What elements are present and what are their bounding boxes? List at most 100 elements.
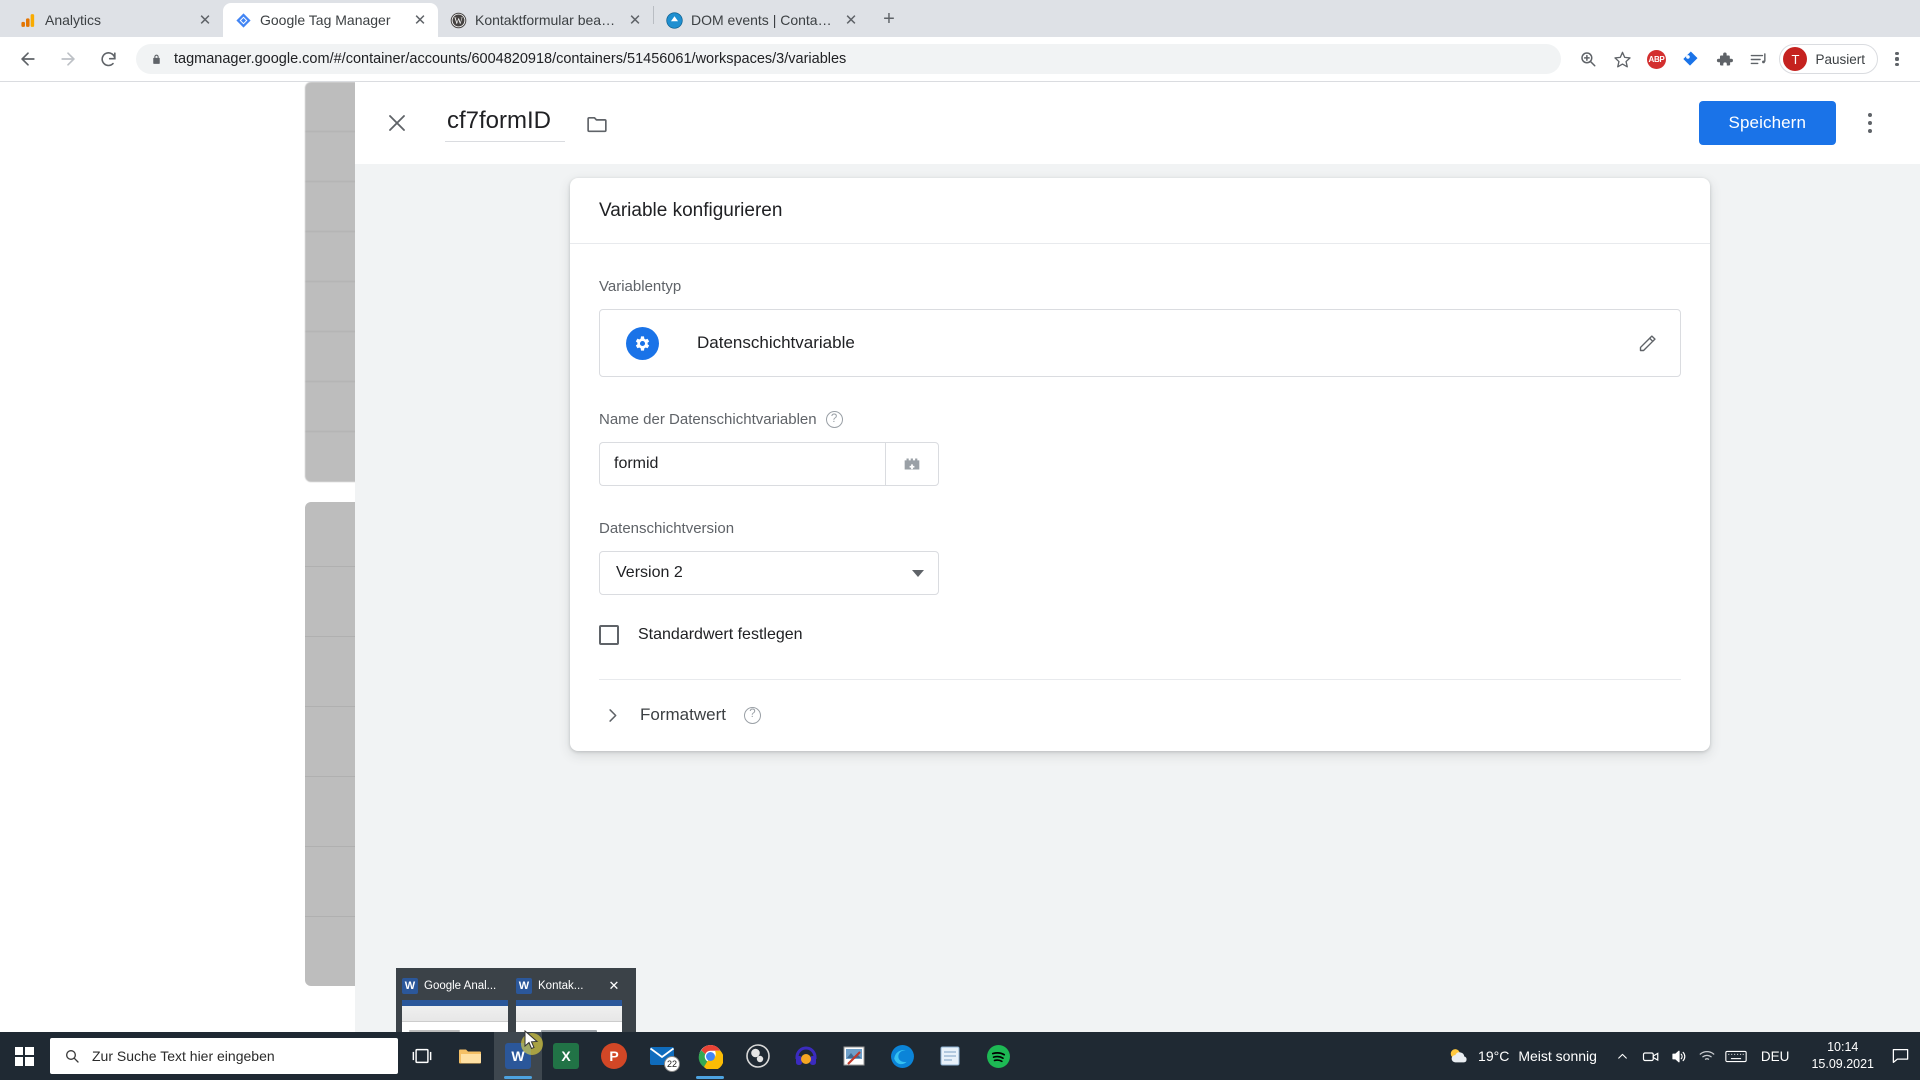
browser-tab-dom-events[interactable]: DOM events | Contact Form 7 ✕: [654, 3, 869, 37]
forward-button[interactable]: [51, 42, 85, 76]
data-layer-version-label: Datenschichtversion: [599, 520, 735, 537]
default-value-row[interactable]: Standardwert festlegen: [599, 625, 1681, 679]
arrow-left-icon: [21, 52, 35, 66]
browser-toolbar: tagmanager.google.com/#/container/accoun…: [0, 37, 1920, 82]
keyboard-icon[interactable]: [1721, 1032, 1751, 1080]
brick-glyph: [904, 458, 920, 470]
browser-tab-kontaktformular[interactable]: W Kontaktformular bearbeiten ‹ Me ✕: [438, 3, 653, 37]
analytics-icon: [21, 13, 35, 27]
notes-glyph: [940, 1046, 960, 1066]
preview-title: Kontak...: [538, 980, 584, 992]
tab-close-icon[interactable]: ✕: [625, 10, 645, 30]
volume-icon[interactable]: [1665, 1032, 1693, 1080]
default-value-checkbox[interactable]: [599, 625, 619, 645]
task-view-icon[interactable]: [398, 1032, 446, 1080]
gear-glyph: [635, 335, 650, 351]
clock-date: 15.09.2021: [1811, 1057, 1874, 1071]
notes-app-icon[interactable]: [926, 1032, 974, 1080]
camera-icon[interactable]: [1637, 1032, 1665, 1080]
notification-icon[interactable]: [1886, 1032, 1914, 1080]
contactform7-icon: [666, 11, 683, 29]
file-explorer-icon[interactable]: [446, 1032, 494, 1080]
help-circle-icon[interactable]: ?: [825, 411, 843, 428]
taskbar-clock[interactable]: 10:14 15.09.2021: [1799, 1039, 1886, 1073]
excel-icon[interactable]: X: [542, 1032, 590, 1080]
windows-start-icon[interactable]: [0, 1032, 48, 1080]
partly-sunny-icon: [1450, 1049, 1467, 1063]
arrow-right-icon: [61, 52, 75, 66]
powerpoint-glyph: P: [601, 1043, 627, 1069]
new-tab-button[interactable]: +: [875, 5, 903, 33]
camera-glyph: [1642, 1052, 1659, 1062]
variable-name-group: cf7formID: [445, 105, 610, 142]
task-view-glyph: [412, 1048, 432, 1064]
variable-edit-modal: cf7formID Speichern Variable konfigurier…: [355, 82, 1920, 1080]
data-layer-name-input[interactable]: [599, 442, 885, 486]
chevron-up-icon[interactable]: [1609, 1032, 1637, 1080]
help-circle-icon[interactable]: ?: [743, 706, 761, 724]
weather-condition: Meist sonnig: [1518, 1048, 1597, 1064]
variable-picker-icon[interactable]: [885, 442, 939, 486]
profile-pill[interactable]: T Pausiert: [1779, 44, 1878, 74]
tab-close-icon[interactable]: ✕: [841, 10, 861, 30]
data-layer-name-group: [599, 442, 939, 486]
input-language-label[interactable]: DEU: [1751, 1049, 1800, 1064]
format-value-expander[interactable]: Formatwert ?: [570, 680, 1710, 751]
bookmark-star-icon[interactable]: [1607, 44, 1637, 74]
folder-glyph: [587, 116, 607, 132]
audio-app-icon[interactable]: [782, 1032, 830, 1080]
extensions-puzzle-icon[interactable]: [1709, 44, 1739, 74]
wifi-icon[interactable]: [1693, 1032, 1721, 1080]
reading-list-icon[interactable]: [1743, 44, 1773, 74]
notification-glyph: [1892, 1049, 1908, 1063]
variable-name-input[interactable]: cf7formID: [445, 105, 565, 142]
back-button[interactable]: [11, 42, 45, 76]
photo-editor-icon[interactable]: [830, 1032, 878, 1080]
save-button[interactable]: Speichern: [1698, 101, 1836, 145]
adblock-plus-icon[interactable]: ABP: [1641, 44, 1671, 74]
close-button[interactable]: [373, 99, 421, 147]
profile-status-label: Pausiert: [1815, 51, 1865, 67]
chrome-menu-icon[interactable]: [1882, 44, 1912, 74]
pencil-glyph: [1639, 334, 1656, 351]
chrome-icon[interactable]: [686, 1032, 734, 1080]
mail-icon[interactable]: 22: [638, 1032, 686, 1080]
edge-icon[interactable]: [878, 1032, 926, 1080]
page-content: Vid Vid Vid Vid Vid Vid Vid Vid Be: [0, 82, 1920, 1080]
variable-type-box[interactable]: Datenschichtvariable: [599, 309, 1681, 377]
chevron-up-glyph: [1618, 1053, 1628, 1059]
weather-widget[interactable]: 19°C Meist sonnig: [1435, 1046, 1609, 1066]
tab-close-icon[interactable]: ✕: [410, 10, 430, 30]
explorer-glyph: [459, 1049, 481, 1064]
address-bar-url: tagmanager.google.com/#/container/accoun…: [174, 51, 847, 67]
mouse-cursor-icon: [524, 1030, 539, 1050]
preview-title: Google Anal...: [424, 980, 497, 992]
tag-glyph: [1683, 51, 1698, 66]
powerpoint-icon[interactable]: P: [590, 1032, 638, 1080]
browser-tab-label: Analytics: [45, 12, 102, 28]
spotify-icon[interactable]: [974, 1032, 1022, 1080]
close-icon[interactable]: ✕: [606, 978, 622, 994]
pencil-icon[interactable]: [1637, 333, 1658, 354]
browser-tab-google-tag-manager[interactable]: Google Tag Manager ✕: [223, 3, 438, 37]
zoom-icon[interactable]: [1573, 44, 1603, 74]
address-bar[interactable]: tagmanager.google.com/#/container/accoun…: [136, 44, 1562, 74]
chrome-glyph: [698, 1044, 723, 1069]
more-vert-icon[interactable]: [1850, 103, 1890, 143]
star-glyph: [1614, 51, 1631, 67]
tab-close-icon[interactable]: ✕: [195, 10, 215, 30]
data-layer-version-select[interactable]: Version 2: [599, 551, 939, 595]
data-layer-version-value: Version 2: [616, 564, 683, 581]
folder-icon[interactable]: [585, 111, 610, 136]
mail-badge: 22: [664, 1056, 680, 1072]
edge-glyph: [890, 1044, 914, 1068]
tag-assistant-icon[interactable]: [1675, 44, 1705, 74]
taskbar-search-box[interactable]: Zur Suche Text hier eingeben: [50, 1038, 398, 1074]
abp-badge: ABP: [1646, 49, 1666, 69]
browser-tab-analytics[interactable]: Analytics ✕: [8, 3, 223, 37]
thumbnail-ribbon: [516, 1000, 622, 1022]
wordpress-icon: W: [450, 12, 467, 28]
obs-icon[interactable]: [734, 1032, 782, 1080]
reload-button[interactable]: [91, 42, 125, 76]
list-music-glyph: [1750, 52, 1766, 64]
